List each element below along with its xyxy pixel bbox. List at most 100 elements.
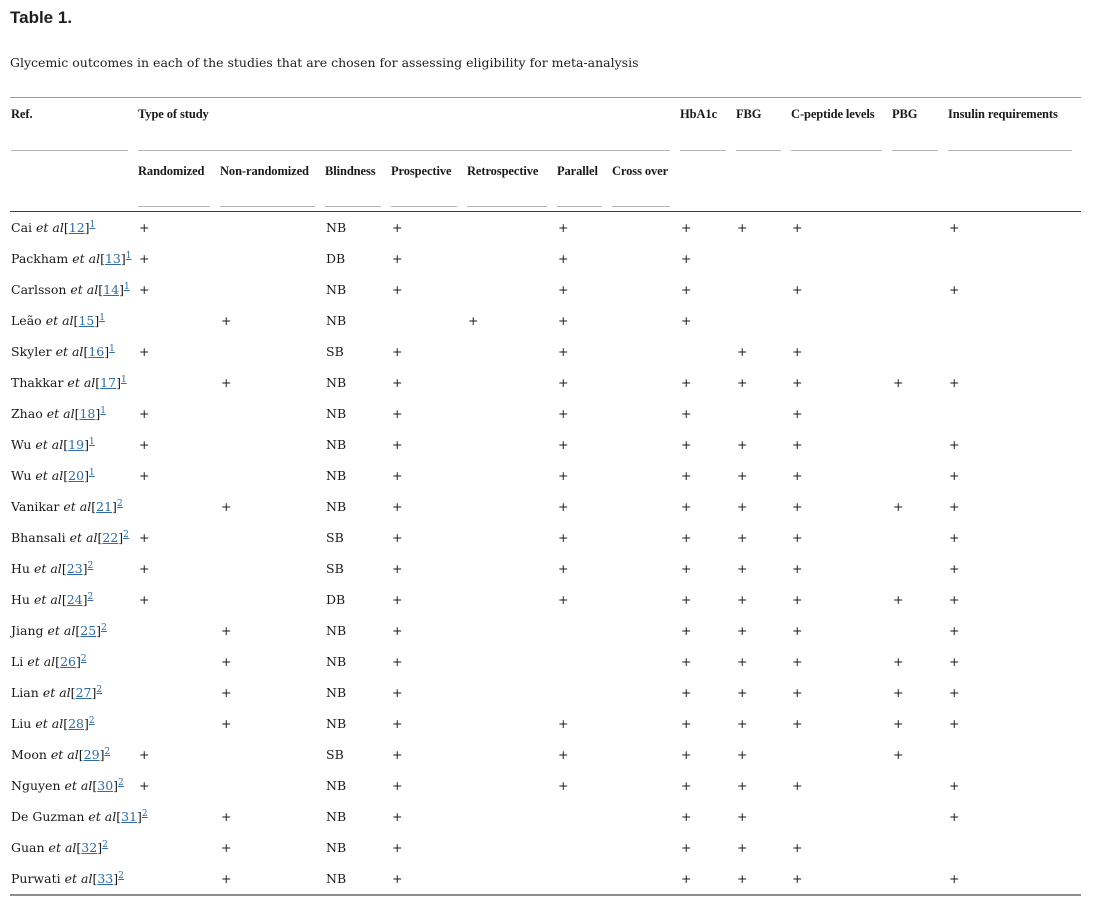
cell-non-randomized: + <box>221 375 232 390</box>
footnote-link[interactable]: 2 <box>88 561 94 571</box>
footnote-link[interactable]: 1 <box>89 468 95 478</box>
footnote-link[interactable]: 2 <box>102 840 108 850</box>
et-al-label: et al <box>46 406 75 421</box>
reference-link[interactable]: 18 <box>79 406 95 421</box>
reference-link[interactable]: 24 <box>67 592 83 607</box>
reference-link[interactable]: 16 <box>88 344 104 359</box>
footnote-sup: 1 <box>100 406 106 416</box>
reference-link[interactable]: 20 <box>68 468 84 483</box>
table-number-title: Table 1. <box>10 8 73 27</box>
cell-c-peptide <box>790 243 891 274</box>
header-rule <box>948 149 1073 151</box>
header-rule <box>892 149 939 151</box>
cell-cross-over <box>611 460 679 491</box>
col-header-ref: Ref. <box>10 98 137 156</box>
footnote-link[interactable]: 2 <box>101 623 107 633</box>
et-al-label: et al <box>55 344 84 359</box>
footnote-link[interactable]: 1 <box>89 437 95 447</box>
et-al-label: et al <box>63 499 92 514</box>
table-row: Thakkar et al[17]1 + NB + + + + + + + <box>10 367 1081 398</box>
cell-randomized: + <box>139 437 150 452</box>
cell-cross-over <box>611 305 679 336</box>
cell-insulin: + <box>949 437 960 452</box>
study-ref-cell: Cai et al[12]1 <box>10 212 137 244</box>
table-row: Skyler et al[16]1 + SB + + + + <box>10 336 1081 367</box>
cell-retrospective <box>466 615 556 646</box>
col-header-parallel-label: Parallel <box>557 163 598 178</box>
cell-hba1c: + <box>681 313 692 328</box>
reference-link[interactable]: 15 <box>78 313 94 328</box>
cell-parallel: + <box>558 375 569 390</box>
cell-parallel: + <box>558 220 569 235</box>
cell-fbg: + <box>737 561 748 576</box>
footnote-link[interactable]: 1 <box>100 406 106 416</box>
cell-randomized <box>137 615 219 646</box>
study-ref-cell: Thakkar et al[17]1 <box>10 367 137 398</box>
cell-insulin <box>947 305 1081 336</box>
cell-non-randomized: + <box>221 840 232 855</box>
et-al-label: et al <box>33 561 62 576</box>
reference-link[interactable]: 25 <box>80 623 96 638</box>
col-header-empty <box>10 155 137 212</box>
footnote-link[interactable]: 2 <box>118 871 124 881</box>
reference-link[interactable]: 32 <box>81 840 97 855</box>
footnote-link[interactable]: 1 <box>90 220 96 230</box>
header-rule <box>467 206 547 207</box>
reference-link[interactable]: 21 <box>96 499 112 514</box>
footnote-link[interactable]: 2 <box>123 530 129 540</box>
reference-link[interactable]: 27 <box>76 685 92 700</box>
cell-insulin <box>947 739 1081 770</box>
table-row: Cai et al[12]1 + NB + + + + + + <box>10 212 1081 244</box>
footnote-link[interactable]: 2 <box>104 747 110 757</box>
footnote-sup: 1 <box>124 282 130 292</box>
header-row-1: Ref. Type of study HbA1c FBG C-peptide l… <box>10 98 1081 156</box>
footnote-sup: 2 <box>123 530 129 540</box>
footnote-link[interactable]: 2 <box>96 685 102 695</box>
footnote-link[interactable]: 2 <box>88 592 94 602</box>
cell-c-peptide: + <box>792 499 803 514</box>
reference-link[interactable]: 29 <box>84 747 100 762</box>
cell-c-peptide: + <box>792 840 803 855</box>
footnote-link[interactable]: 1 <box>124 282 130 292</box>
cell-retrospective <box>466 770 556 801</box>
reference-link[interactable]: 17 <box>100 375 116 390</box>
et-al-label: et al <box>35 716 64 731</box>
footnote-link[interactable]: 2 <box>118 778 124 788</box>
footnote-link[interactable]: 2 <box>117 499 123 509</box>
cell-randomized: + <box>139 530 150 545</box>
cell-non-randomized <box>219 398 324 429</box>
footnote-link[interactable]: 2 <box>89 716 95 726</box>
footnote-sup: 2 <box>102 840 108 850</box>
reference-link[interactable]: 30 <box>97 778 113 793</box>
col-header-cross-over: Cross over <box>611 155 680 212</box>
footnote-link[interactable]: 2 <box>142 809 148 819</box>
cell-insulin: + <box>949 375 960 390</box>
reference-link[interactable]: 28 <box>68 716 84 731</box>
footnote-link[interactable]: 1 <box>126 251 132 261</box>
reference-link[interactable]: 14 <box>103 282 119 297</box>
table-row: De Guzman et al[31]2 + NB + + + + <box>10 801 1081 832</box>
reference-link[interactable]: 33 <box>97 871 113 886</box>
footnote-sup: 2 <box>96 685 102 695</box>
reference-link[interactable]: 22 <box>102 530 118 545</box>
cell-hba1c: + <box>681 809 692 824</box>
cell-retrospective <box>466 863 556 895</box>
footnote-link[interactable]: 2 <box>81 654 87 664</box>
et-al-label: et al <box>27 654 56 669</box>
reference-link[interactable]: 12 <box>69 220 85 235</box>
footnote-link[interactable]: 1 <box>109 344 115 354</box>
cell-hba1c: + <box>681 561 692 576</box>
reference-link[interactable]: 13 <box>105 251 121 266</box>
col-header-blindness: Blindness <box>324 155 390 212</box>
footnote-link[interactable]: 1 <box>99 313 105 323</box>
reference-link[interactable]: 31 <box>121 809 137 824</box>
reference-link[interactable]: 19 <box>68 437 84 452</box>
cell-prospective: + <box>392 437 403 452</box>
reference-link[interactable]: 26 <box>60 654 76 669</box>
reference-link[interactable]: 23 <box>67 561 83 576</box>
cell-non-randomized <box>219 584 324 615</box>
footnote-link[interactable]: 1 <box>121 375 127 385</box>
et-al-label: et al <box>69 530 98 545</box>
study-ref-cell: Lian et al[27]2 <box>10 677 137 708</box>
col-header-ref-label: Ref. <box>11 107 33 121</box>
